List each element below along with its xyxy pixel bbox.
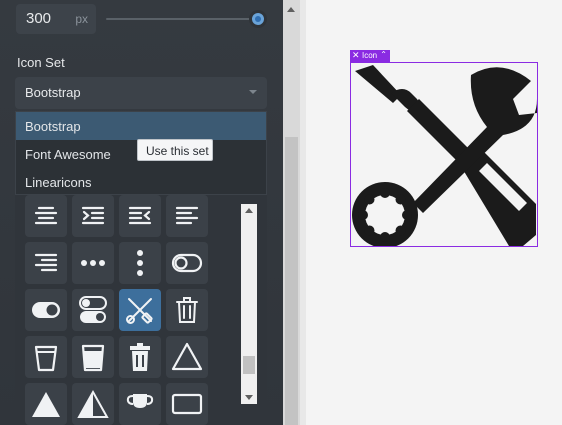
- text-indent-right-icon: [81, 206, 105, 225]
- cup-straight-icon: [81, 344, 105, 372]
- trash-fill-icon: [130, 343, 150, 371]
- icon-tile-toggle-off[interactable]: [166, 242, 208, 284]
- width-input[interactable]: 300 px: [16, 4, 96, 34]
- trophy-icon: [126, 394, 154, 408]
- element-tag-label: Icon: [362, 51, 378, 60]
- triangle-fill-icon: [32, 392, 60, 417]
- icon-set-select[interactable]: Bootstrap: [15, 77, 267, 109]
- trash-icon: [176, 297, 198, 323]
- dropdown-option-bootstrap[interactable]: Bootstrap: [16, 112, 266, 140]
- text-indent-left-icon: [128, 206, 152, 225]
- icon-tile-trash-fill[interactable]: [119, 336, 161, 378]
- toggle-off-icon: [171, 253, 203, 273]
- icon-tile-text-center[interactable]: [25, 195, 67, 237]
- triangle-icon: [171, 342, 203, 371]
- icon-grid-scroll-thumb[interactable]: [243, 356, 255, 374]
- scroll-up-arrow-icon[interactable]: [245, 208, 253, 213]
- width-unit: px: [75, 12, 88, 26]
- icon-grid-scrollbar[interactable]: [241, 204, 257, 404]
- toggles-icon: [79, 296, 107, 323]
- icon-settings-panel: 300 px Icon Set Bootstrap Bootstrap Font…: [0, 0, 283, 425]
- chevron-down-icon: [249, 90, 257, 94]
- icon-set-selected-value: Bootstrap: [25, 85, 81, 100]
- dropdown-option-label: Linearicons: [25, 175, 92, 190]
- tools-icon: ✕: [352, 50, 360, 60]
- tv-icon: [171, 393, 203, 415]
- dropdown-option-linearicons[interactable]: Linearicons: [16, 168, 266, 196]
- three-dots-icon: [81, 260, 105, 266]
- text-right-icon: [34, 253, 58, 272]
- icon-tile-three-dots[interactable]: [72, 242, 114, 284]
- panel-scroll-thumb[interactable]: [285, 137, 298, 425]
- icon-tile-trophy[interactable]: [119, 383, 161, 425]
- width-slider-thumb[interactable]: [249, 10, 267, 28]
- icon-grid: [15, 195, 267, 425]
- icon-tile-text-indent-right[interactable]: [72, 195, 114, 237]
- dropdown-option-label: Font Awesome: [25, 147, 111, 162]
- width-slider-track[interactable]: [106, 18, 258, 20]
- icon-tile-toggle-on[interactable]: [25, 289, 67, 331]
- icon-tile-triangle-fill[interactable]: [25, 383, 67, 425]
- icon-tile-three-dots-vertical[interactable]: [119, 242, 161, 284]
- dropdown-option-label: Bootstrap: [25, 119, 81, 134]
- element-tag[interactable]: ✕ Icon ⌃: [350, 50, 390, 62]
- icon-tile-triangle-half[interactable]: [72, 383, 114, 425]
- scroll-up-arrow-icon[interactable]: [287, 7, 295, 12]
- chevron-up-icon[interactable]: ⌃: [380, 50, 387, 59]
- icon-set-label: Icon Set: [17, 55, 65, 70]
- icon-tile-text-left[interactable]: [166, 195, 208, 237]
- scroll-down-arrow-icon[interactable]: [245, 395, 253, 400]
- tools-icon[interactable]: [351, 63, 537, 246]
- triangle-half-icon: [77, 389, 109, 418]
- text-left-icon: [175, 206, 199, 225]
- icon-tile-text-indent-left[interactable]: [119, 195, 161, 237]
- panel-scrollbar[interactable]: [283, 0, 300, 425]
- tools-icon: [126, 298, 153, 324]
- icon-tile-tv[interactable]: [166, 383, 208, 425]
- icon-tile-cup-straight[interactable]: [72, 336, 114, 378]
- width-value: 300: [26, 10, 52, 27]
- icon-tile-triangle[interactable]: [166, 336, 208, 378]
- icon-tile-toggles[interactable]: [72, 289, 114, 331]
- icon-tile-trash[interactable]: [166, 289, 208, 331]
- three-dots-vertical-icon: [137, 250, 143, 276]
- icon-tile-text-right[interactable]: [25, 242, 67, 284]
- text-center-icon: [34, 206, 58, 225]
- toggle-on-icon: [32, 302, 60, 318]
- icon-tile-cup[interactable]: [25, 336, 67, 378]
- tooltip: Use this set: [137, 139, 213, 161]
- cup-icon: [34, 345, 58, 372]
- tooltip-text: Use this set: [146, 144, 209, 158]
- icon-tile-tools[interactable]: [119, 289, 161, 331]
